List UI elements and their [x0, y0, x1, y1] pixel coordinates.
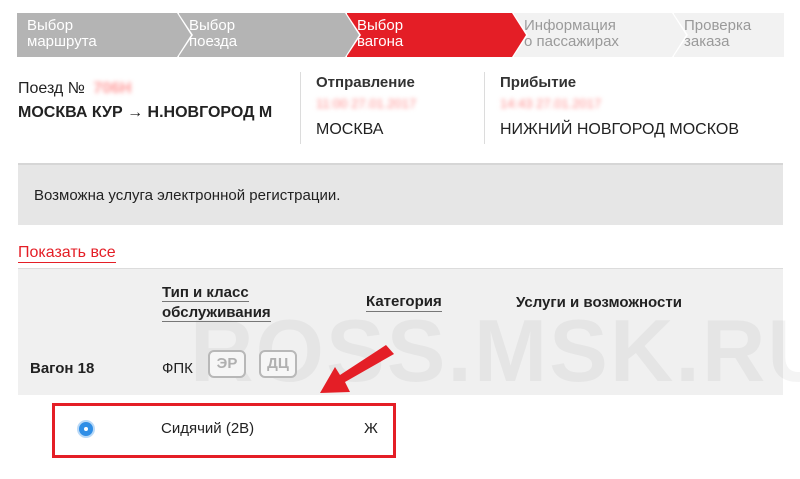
children-badge: ДЦ: [259, 350, 297, 378]
e-registration-badge: ЭР: [208, 350, 246, 378]
step-passengers-line1: Информация: [524, 17, 616, 34]
seat-type: Сидячий (2В): [161, 420, 255, 437]
step-chevron: [512, 13, 526, 57]
step-review: Проверка заказа: [674, 13, 784, 57]
step-wagon-line1: Выбор: [357, 17, 404, 34]
arrival-title: Прибытие: [500, 74, 577, 91]
info-divider: [300, 72, 301, 144]
wagon-class: ФПК: [162, 360, 193, 377]
departure-time: 11:00 27.01.2017: [316, 96, 417, 111]
step-train[interactable]: Выбор поезда: [179, 13, 345, 57]
step-passengers-line2: о пассажирах: [524, 33, 619, 50]
column-header-type-line1: Тип и класс: [162, 284, 249, 302]
step-passengers: Информация о пассажирах: [514, 13, 672, 57]
seat-option-row[interactable]: Сидячий (2В) Ж: [52, 403, 396, 458]
show-all-link[interactable]: Показать все: [18, 244, 116, 263]
e-registration-notice: Возможна услуга электронной регистрации.: [18, 163, 783, 225]
step-route[interactable]: Выбор маршрута: [17, 13, 177, 57]
wagon-label: Вагон 18: [30, 360, 95, 377]
departure-city: МОСКВА: [316, 121, 384, 138]
column-header-type-line2: обслуживания: [162, 304, 271, 322]
step-chevron: [177, 13, 191, 57]
info-divider: [484, 72, 485, 144]
step-chevron: [672, 13, 686, 57]
seat-radio-button[interactable]: [77, 420, 95, 438]
step-route-line2: маршрута: [27, 33, 97, 50]
seat-category: Ж: [364, 420, 378, 437]
step-train-line1: Выбор: [189, 17, 236, 34]
arrival-time: 14:43 27.01.2017: [500, 96, 602, 111]
departure-title: Отправление: [316, 74, 415, 91]
step-wagon: Выбор вагона: [347, 13, 512, 57]
arrival-city: НИЖНИЙ НОВГОРОД МОСКОВ: [500, 121, 739, 138]
progress-steps: Выбор маршрута Выбор поезда Выбор вагона…: [17, 11, 784, 59]
column-header-type[interactable]: Тип и класс обслуживания: [162, 283, 271, 323]
column-header-services: Услуги и возможности: [516, 294, 682, 311]
column-header-category[interactable]: Категория: [366, 293, 442, 312]
step-route-line1: Выбор: [27, 17, 74, 34]
step-wagon-line2: вагона: [357, 33, 404, 50]
train-route: МОСКВА КУР → Н.НОВГОРОД М: [18, 104, 273, 121]
step-train-line2: поезда: [189, 33, 238, 50]
step-review-line2: заказа: [684, 33, 730, 50]
step-chevron: [345, 13, 359, 57]
train-number: Поезд № 706Н: [18, 80, 132, 98]
train-number-label: Поезд №: [18, 80, 85, 97]
step-review-line1: Проверка: [684, 17, 752, 34]
train-number-value: 706Н: [93, 80, 132, 97]
